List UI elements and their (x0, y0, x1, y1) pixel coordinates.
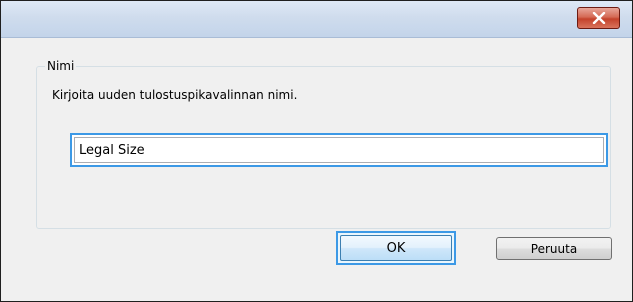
close-button[interactable] (577, 7, 620, 29)
ok-button-label: OK (340, 235, 452, 261)
ok-button[interactable]: OK (336, 231, 456, 265)
dialog-window: Nimi Kirjoita uuden tulostuspikavalinnan… (0, 0, 633, 302)
close-icon (592, 12, 606, 24)
shortcut-name-input[interactable] (74, 137, 604, 163)
name-groupbox: Nimi Kirjoita uuden tulostuspikavalinnan… (36, 59, 611, 229)
dialog-body: Nimi Kirjoita uuden tulostuspikavalinnan… (1, 38, 632, 301)
cancel-button[interactable]: Peruuta (496, 237, 612, 260)
title-bar (1, 1, 632, 38)
name-input-focus-ring (70, 133, 608, 167)
instruction-text: Kirjoita uuden tulostuspikavalinnan nimi… (52, 88, 298, 102)
groupbox-legend: Nimi (45, 59, 77, 73)
